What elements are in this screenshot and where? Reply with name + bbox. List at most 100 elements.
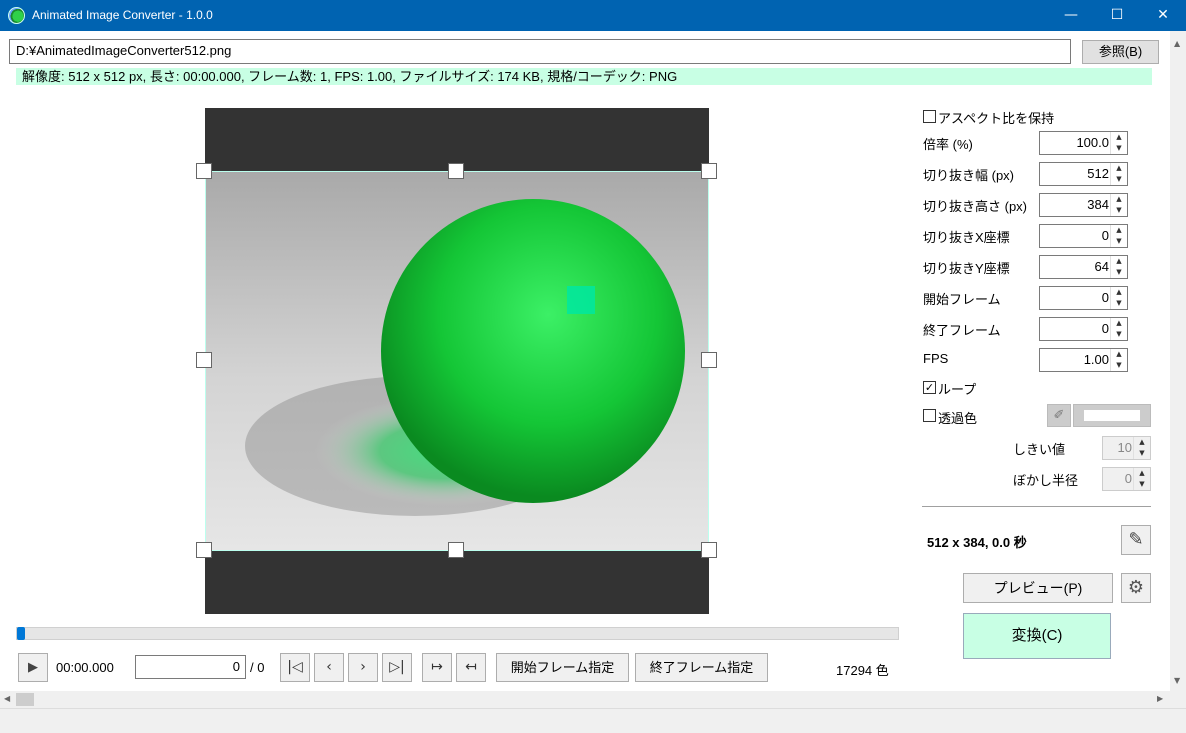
crop-width-up-icon[interactable]: ▲ [1111,163,1127,174]
prev-frame-button[interactable]: ‹ [314,653,344,682]
transparent-checkbox[interactable] [923,409,936,422]
crop-handle-bottom-right[interactable] [701,542,717,558]
transparent-color-swatch[interactable] [1073,404,1151,427]
threshold-up-icon[interactable]: ▲ [1134,437,1150,448]
crop-x-up-icon[interactable]: ▲ [1111,225,1127,236]
crop-handle-bottom-left[interactable] [196,542,212,558]
scale-up-icon[interactable]: ▲ [1111,132,1127,143]
crop-x-value: 0 [1101,228,1109,243]
scroll-right-icon[interactable]: ▶ [1157,694,1163,703]
divider [922,506,1151,507]
frame-total: / 0 [250,660,265,675]
crop-height-value: 384 [1087,197,1109,212]
maximize-button[interactable]: ☐ [1094,0,1140,31]
last-frame-button[interactable]: ▷| [382,653,412,682]
last-frame-icon: ▷| [389,659,405,675]
scale-down-icon[interactable]: ▼ [1111,143,1127,154]
crop-x-down-icon[interactable]: ▼ [1111,236,1127,247]
crop-y-label: 切り抜きY座標 [923,261,1010,276]
next-frame-button[interactable]: › [348,653,378,682]
end-frame-value: 0 [1101,321,1109,336]
end-frame-spinbox[interactable]: 0 ▲ ▼ [1039,317,1128,341]
crop-handle-bottom[interactable] [448,542,464,558]
timeline-slider[interactable] [16,627,899,640]
crop-y-down-icon[interactable]: ▼ [1111,267,1127,278]
gear-icon: ⚙ [1127,577,1145,598]
file-path-text: D:¥AnimatedImageConverter512.png [16,43,232,58]
scroll-thumb[interactable] [16,693,34,706]
start-frame-value: 0 [1101,290,1109,305]
start-frame-down-icon[interactable]: ▼ [1111,298,1127,309]
scroll-down-icon[interactable]: ▼ [1174,676,1180,685]
go-end-marker-button[interactable]: ↤ [456,653,486,682]
fps-spinbox[interactable]: 1.00 ▲ ▼ [1039,348,1128,372]
crop-x-spinbox[interactable]: 0 ▲ ▼ [1039,224,1128,248]
set-start-frame-button[interactable]: 開始フレーム指定 [496,653,629,682]
minimize-button[interactable]: — [1048,0,1094,31]
blur-down-icon[interactable]: ▼ [1134,479,1150,490]
crop-width-down-icon[interactable]: ▼ [1111,174,1127,185]
horizontal-scrollbar[interactable]: ◀ ▶ [0,691,1170,708]
crop-rectangle[interactable] [205,171,709,551]
end-frame-up-icon[interactable]: ▲ [1111,318,1127,329]
keep-aspect-checkbox[interactable] [923,110,936,123]
crop-width-value: 512 [1087,166,1109,181]
fps-label: FPS [923,351,949,366]
start-frame-up-icon[interactable]: ▲ [1111,287,1127,298]
eyedropper-button[interactable]: ✐ [1047,404,1071,427]
blur-up-icon[interactable]: ▲ [1134,468,1150,479]
go-end-marker-icon: ↤ [465,659,477,675]
start-frame-spinbox[interactable]: 0 ▲ ▼ [1039,286,1128,310]
crop-handle-left[interactable] [196,352,212,368]
blur-label: ぼかし半径 [1013,473,1079,488]
settings-button[interactable]: ⚙ [1121,573,1151,603]
fps-up-icon[interactable]: ▲ [1111,349,1127,360]
crop-y-spinbox[interactable]: 64 ▲ ▼ [1039,255,1128,279]
preview-button[interactable]: プレビュー(P) [963,573,1113,603]
crop-handle-top[interactable] [448,163,464,179]
scale-value: 100.0 [1076,135,1109,150]
edit-button[interactable]: ✎ [1121,525,1151,555]
fps-down-icon[interactable]: ▼ [1111,360,1127,371]
crop-handle-right[interactable] [701,352,717,368]
end-frame-down-icon[interactable]: ▼ [1111,329,1127,340]
go-start-marker-icon: ↦ [431,659,443,675]
crop-handle-top-right[interactable] [701,163,717,179]
status-bar [0,708,1186,733]
crop-height-up-icon[interactable]: ▲ [1111,194,1127,205]
scale-label: 倍率 (%) [923,137,973,152]
threshold-value: 10 [1117,440,1132,455]
play-button[interactable]: ▶ [18,653,48,682]
crop-y-up-icon[interactable]: ▲ [1111,256,1127,267]
file-path-input[interactable]: D:¥AnimatedImageConverter512.png [9,39,1071,64]
scroll-up-icon[interactable]: ▲ [1174,39,1180,48]
frame-input[interactable]: 0 [135,655,246,679]
crop-height-down-icon[interactable]: ▼ [1111,205,1127,216]
vertical-scrollbar[interactable]: ▲ ▼ [1170,31,1186,691]
go-start-marker-button[interactable]: ↦ [422,653,452,682]
blur-spinbox[interactable]: 0 ▲ ▼ [1102,467,1151,491]
current-time: 00:00.000 [56,660,114,675]
threshold-down-icon[interactable]: ▼ [1134,448,1150,459]
title-bar: Animated Image Converter - 1.0.0 — ☐ ✕ [0,0,1186,31]
keep-aspect-label: アスペクト比を保持 [938,111,1055,126]
scale-spinbox[interactable]: 100.0 ▲ ▼ [1039,131,1128,155]
scroll-left-icon[interactable]: ◀ [4,694,10,703]
close-button[interactable]: ✕ [1140,0,1186,31]
convert-button[interactable]: 変換(C) [963,613,1111,659]
eyedropper-icon: ✐ [1053,408,1065,423]
crop-width-spinbox[interactable]: 512 ▲ ▼ [1039,162,1128,186]
crop-handle-top-left[interactable] [196,163,212,179]
set-end-frame-button[interactable]: 終了フレーム指定 [635,653,768,682]
file-info-bar: 解像度: 512 x 512 px, 長さ: 00:00.000, フレーム数:… [16,68,1152,85]
first-frame-button[interactable]: |◁ [280,653,310,682]
loop-checkbox[interactable]: ✓ [923,381,936,394]
crop-height-spinbox[interactable]: 384 ▲ ▼ [1039,193,1128,217]
timeline-thumb[interactable] [17,627,25,640]
threshold-label: しきい値 [1013,442,1066,457]
browse-button[interactable]: 参照(B) [1082,40,1159,64]
color-preview [1084,410,1140,421]
crop-width-label: 切り抜き幅 (px) [923,168,1015,183]
blur-value: 0 [1124,471,1132,486]
threshold-spinbox[interactable]: 10 ▲ ▼ [1102,436,1151,460]
